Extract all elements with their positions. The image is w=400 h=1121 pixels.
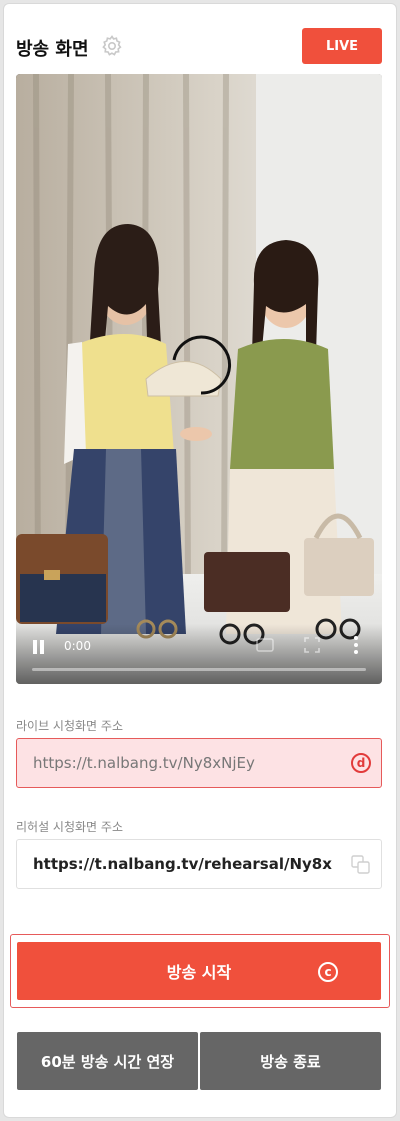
video-time: 0:00: [64, 639, 91, 653]
page-title: 방송 화면: [16, 39, 89, 60]
video-player[interactable]: 0:00: [16, 74, 382, 684]
gear-icon[interactable]: [100, 34, 124, 58]
pause-icon[interactable]: [32, 640, 46, 654]
rehearsal-url-label: 리허설 시청화면 주소: [16, 820, 123, 834]
fullscreen-icon[interactable]: [304, 637, 320, 653]
broadcast-header: 방송 화면 LIVE: [16, 28, 382, 64]
extend-time-button[interactable]: 60분 방송 시간 연장: [17, 1032, 198, 1090]
live-url-value: https://t.nalbang.tv/Ny8xNjEy: [33, 754, 255, 772]
live-url-field[interactable]: https://t.nalbang.tv/Ny8xNjEy d: [16, 738, 382, 788]
video-controls: 0:00: [16, 624, 382, 684]
captions-icon[interactable]: [256, 637, 274, 653]
copy-icon[interactable]: [351, 855, 371, 875]
rehearsal-url-value: https://t.nalbang.tv/rehearsal/Ny8xNjEy: [33, 855, 333, 873]
marker-c-badge: c: [318, 962, 338, 982]
more-options-icon[interactable]: [353, 636, 359, 654]
loading-spinner-icon: [172, 335, 232, 395]
marker-d-badge: d: [351, 753, 371, 773]
end-broadcast-button[interactable]: 방송 종료: [200, 1032, 381, 1090]
video-progress-bar[interactable]: [32, 668, 366, 671]
live-button[interactable]: LIVE: [302, 28, 382, 64]
rehearsal-url-field[interactable]: https://t.nalbang.tv/rehearsal/Ny8xNjEy: [16, 839, 382, 889]
live-url-label: 라이브 시청화면 주소: [16, 719, 123, 733]
